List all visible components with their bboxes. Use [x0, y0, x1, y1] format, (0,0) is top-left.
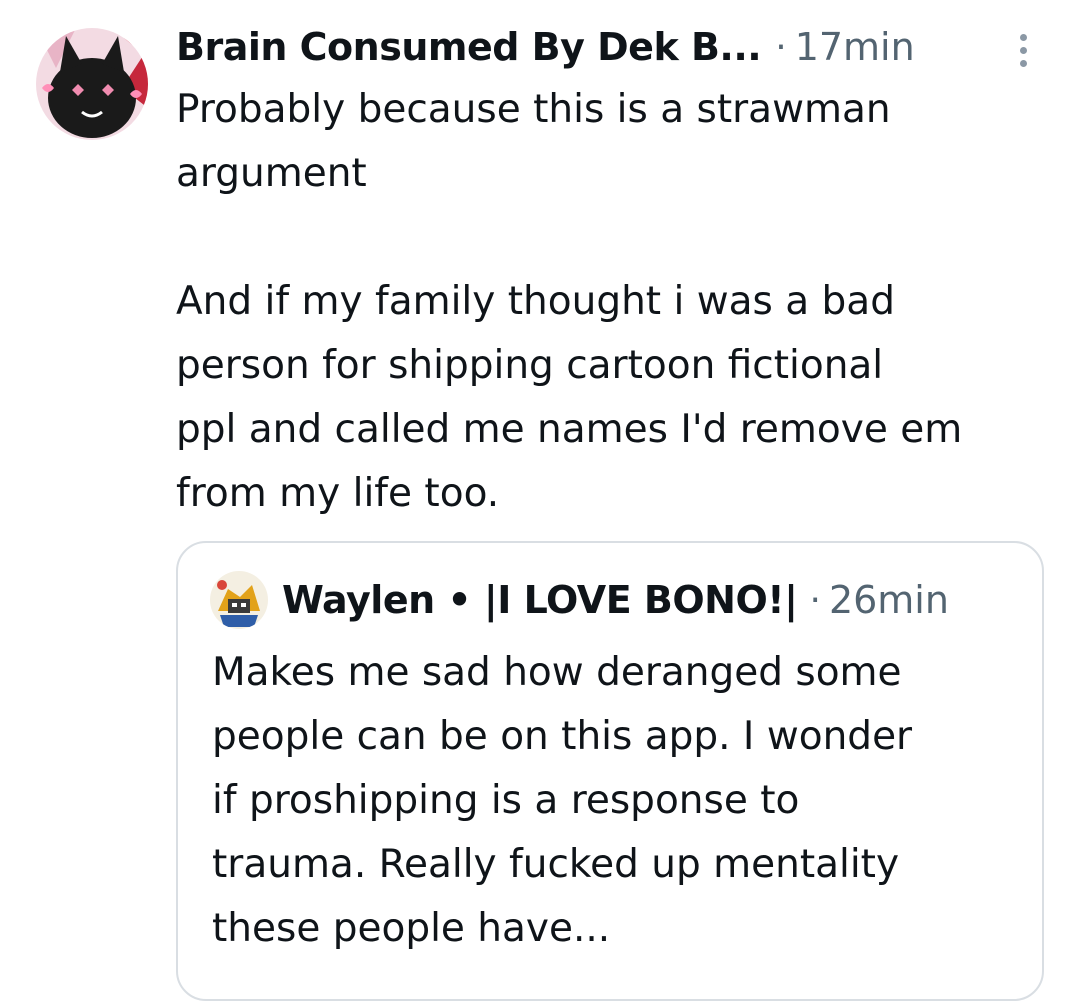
avatar-image [210, 571, 268, 629]
more-dot [1019, 59, 1027, 67]
author-avatar[interactable] [36, 28, 148, 140]
tweet-text: Probably because this is a strawman argu… [176, 87, 963, 516]
header-separator: · [775, 26, 787, 68]
more-dot [1019, 33, 1027, 41]
more-dot [1019, 46, 1027, 54]
quote-header-separator: · [809, 579, 821, 621]
more-vertical-icon[interactable] [1008, 30, 1038, 70]
tweet: Brain Consumed By Dek B... · 17min Proba… [0, 0, 1080, 1001]
author-name[interactable]: Brain Consumed By Dek B... [176, 25, 762, 69]
tweet-timestamp[interactable]: 17min [795, 25, 915, 69]
quote-author-name[interactable]: Waylen • |I LOVE BONO!| [282, 578, 798, 622]
quote-timestamp[interactable]: 26min [829, 578, 949, 622]
tweet-header: Brain Consumed By Dek B... · 17min [176, 20, 915, 74]
avatar-image [36, 28, 148, 140]
quote-header: Waylen • |I LOVE BONO!| · 26min [210, 571, 949, 629]
quote-text: Makes me sad how deranged some people ca… [212, 650, 913, 951]
quoted-tweet[interactable]: Waylen • |I LOVE BONO!| · 26min Makes me… [176, 541, 1044, 1001]
quote-author-avatar[interactable] [210, 571, 268, 629]
